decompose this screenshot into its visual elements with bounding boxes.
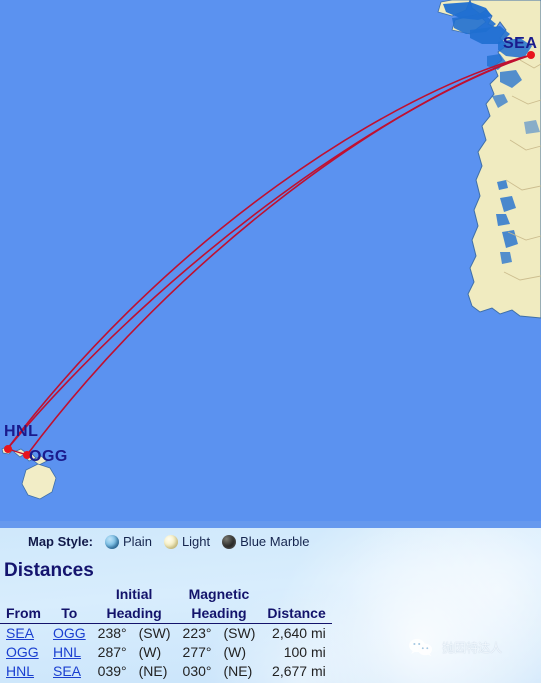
cell-from[interactable]: OGG <box>0 643 47 662</box>
info-panel: Map Style: Plain Light Blue Marble Dista… <box>0 528 541 683</box>
map-label-hnl: HNL <box>4 423 39 440</box>
table-header-top-row: Initial Magnetic <box>0 585 332 604</box>
airport-link-from[interactable]: HNL <box>6 663 34 679</box>
route-hnl-sea <box>7 54 532 449</box>
marker-sea <box>527 51 535 59</box>
cell-magnetic-dir: (SW) <box>223 625 256 641</box>
table-row: HNL SEA 039° (NE) 030° (NE) 2,677 mi <box>0 662 332 681</box>
cell-magnetic-dir: (W) <box>223 644 247 660</box>
cell-distance: 100 mi <box>283 644 326 660</box>
cell-distance: 2,677 mi <box>272 663 326 679</box>
spacer-from <box>0 585 47 604</box>
initial-heading-line2: Heading <box>91 604 177 624</box>
header-distance: Distance <box>261 604 332 624</box>
table-row: OGG HNL 287° (W) 277° (W) 100 mi <box>0 643 332 662</box>
route-sea-hnl-alt <box>7 54 532 449</box>
cell-to[interactable]: HNL <box>47 643 92 662</box>
map-style-option-plain[interactable]: Plain <box>105 534 152 549</box>
map-style-plain-label: Plain <box>123 534 152 549</box>
map-label-ogg: OGG <box>29 448 68 465</box>
map-style-bar: Map Style: Plain Light Blue Marble <box>0 528 541 555</box>
cell-initial-dir: (W) <box>138 644 162 660</box>
cell-initial-dir: (NE) <box>138 663 168 679</box>
cell-to[interactable]: SEA <box>47 662 92 681</box>
table-row: SEA OGG 238° (SW) 223° (SW) 2,640 mi <box>0 624 332 644</box>
spacer-to <box>47 585 92 604</box>
distances-title: Distances <box>4 560 94 581</box>
wechat-icon <box>409 638 432 656</box>
route-sea-ogg <box>26 54 532 456</box>
cell-to[interactable]: OGG <box>47 624 92 644</box>
globe-light-icon <box>163 534 178 549</box>
map-style-blue-marble-label: Blue Marble <box>240 534 310 549</box>
spacer-distance <box>261 585 331 604</box>
airport-link-from[interactable]: SEA <box>6 625 34 641</box>
magnetic-heading-line1: Magnetic <box>188 586 250 602</box>
header-from: From <box>0 604 47 624</box>
airport-link-to[interactable]: SEA <box>53 663 81 679</box>
cell-initial-deg: 287° <box>97 644 127 660</box>
table-header-row: From To Heading Heading Distance <box>0 604 332 624</box>
cell-initial-deg: 039° <box>97 663 127 679</box>
wechat-watermark: 抛因特达人 <box>408 638 502 656</box>
map-style-option-light[interactable]: Light <box>163 534 211 549</box>
cell-distance: 2,640 mi <box>272 625 326 641</box>
globe-blue-marble-icon <box>222 534 237 549</box>
magnetic-heading-line2: Heading <box>176 604 262 624</box>
cell-magnetic-deg: 030° <box>182 663 212 679</box>
cell-magnetic-deg: 223° <box>182 625 212 641</box>
cell-magnetic-deg: 277° <box>182 644 212 660</box>
flight-routes <box>7 54 532 456</box>
header-to: To <box>47 604 92 624</box>
airport-link-to[interactable]: HNL <box>53 644 81 660</box>
watermark-text: 抛因特达人 <box>442 640 503 655</box>
map-style-light-label: Light <box>181 534 211 549</box>
initial-heading-line1: Initial <box>115 586 153 602</box>
map-label-sea: SEA <box>503 35 538 52</box>
distances-table: Initial Magnetic From To Heading Heading… <box>0 585 332 681</box>
cell-initial-deg: 238° <box>97 625 127 641</box>
globe-plain-icon <box>105 534 120 549</box>
cell-initial-dir: (SW) <box>138 625 171 641</box>
marker-hnl <box>4 445 12 453</box>
page-root: SEA HNL OGG Map Style: Plain Light Blue … <box>0 0 541 683</box>
cell-from[interactable]: HNL <box>0 662 47 681</box>
cell-from[interactable]: SEA <box>0 624 47 644</box>
map-graphics <box>1 0 541 500</box>
route-map[interactable]: SEA HNL OGG <box>0 0 541 521</box>
cell-magnetic-dir: (NE) <box>223 663 253 679</box>
map-style-option-blue-marble[interactable]: Blue Marble <box>222 534 310 549</box>
map-panel-divider <box>0 521 541 528</box>
airport-link-from[interactable]: OGG <box>6 644 39 660</box>
map-style-label: Map Style: <box>28 534 94 549</box>
airport-link-to[interactable]: OGG <box>53 625 86 641</box>
